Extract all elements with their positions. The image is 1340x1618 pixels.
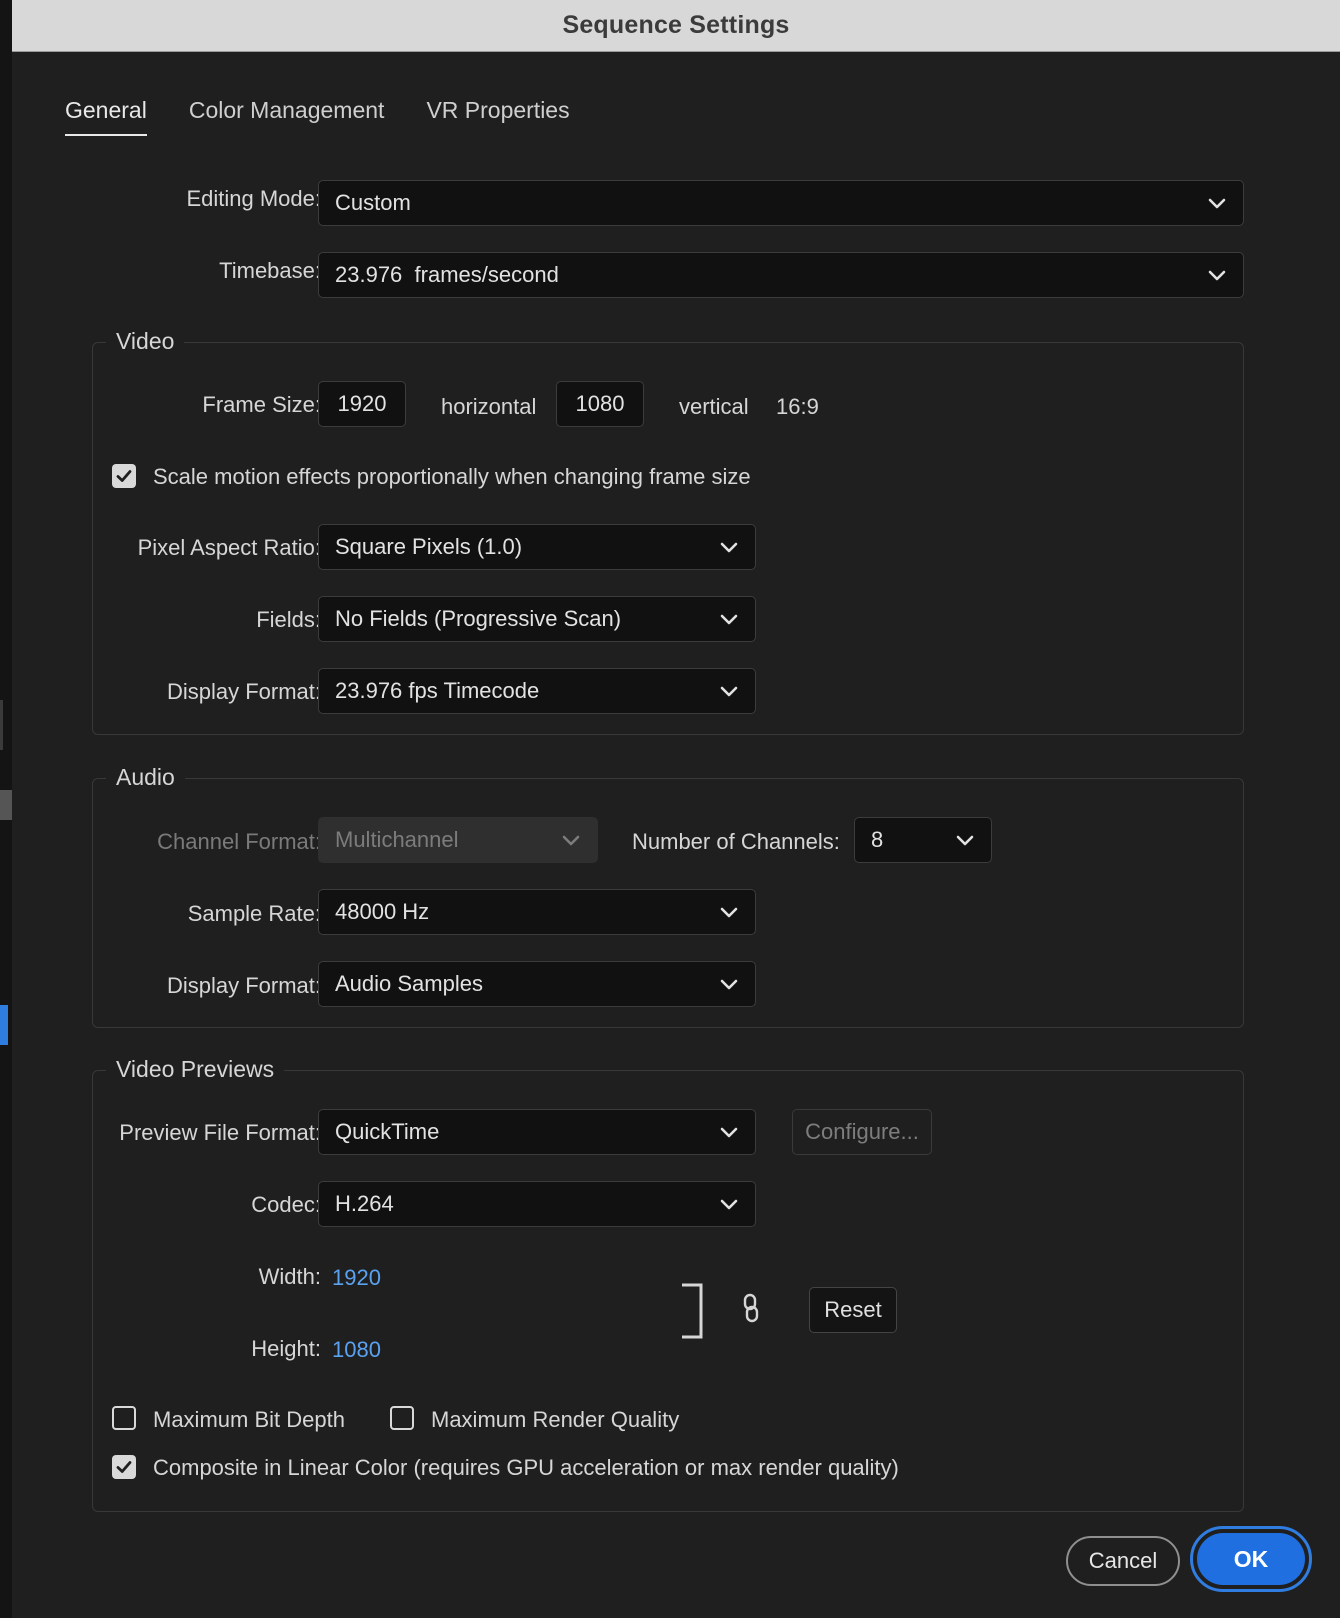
vertical-label: vertical <box>679 394 749 419</box>
app-edge-mark <box>0 1005 8 1045</box>
horizontal-label: horizontal <box>441 394 537 419</box>
bracket-icon <box>682 1283 703 1339</box>
app-edge-mark <box>0 700 3 750</box>
ok-button[interactable]: OK <box>1197 1533 1305 1585</box>
chevron-down-icon <box>720 979 738 990</box>
chevron-down-icon <box>720 1127 738 1138</box>
channel-format-value: Multichannel <box>335 827 459 852</box>
frame-height-input[interactable]: 1080 <box>556 381 644 427</box>
number-of-channels-dropdown[interactable]: 8 <box>854 817 992 863</box>
sequence-settings-dialog: Sequence Settings General Color Manageme… <box>12 0 1340 1618</box>
fields-dropdown[interactable]: No Fields (Progressive Scan) <box>318 596 756 642</box>
fields-value: No Fields (Progressive Scan) <box>335 606 622 631</box>
pixel-aspect-ratio-value: Square Pixels (1.0) <box>335 534 523 559</box>
pixel-aspect-ratio-label: Pixel Aspect Ratio: <box>137 535 321 560</box>
dialog-title: Sequence Settings <box>562 11 790 39</box>
title-bar: Sequence Settings <box>12 0 1340 52</box>
video-display-format-dropdown[interactable]: 23.976 fps Timecode <box>318 668 756 714</box>
chevron-down-icon <box>720 614 738 625</box>
timebase-dropdown[interactable]: 23.976 frames/second <box>318 252 1244 298</box>
preview-height-label: Height: <box>251 1336 321 1361</box>
sample-rate-value: 48000 Hz <box>335 899 430 924</box>
tab-color-management[interactable]: Color Management <box>189 97 385 136</box>
scale-motion-checkbox[interactable] <box>112 464 136 488</box>
max-render-quality-checkbox[interactable] <box>390 1406 414 1430</box>
codec-dropdown[interactable]: H.264 <box>318 1181 756 1227</box>
checkmark-icon <box>116 470 132 482</box>
channel-format-label: Channel Format: <box>157 829 321 854</box>
tab-vr-properties[interactable]: VR Properties <box>426 97 569 136</box>
pixel-aspect-ratio-dropdown[interactable]: Square Pixels (1.0) <box>318 524 756 570</box>
audio-display-format-dropdown[interactable]: Audio Samples <box>318 961 756 1007</box>
editing-mode-label: Editing Mode: <box>186 186 321 211</box>
timebase-label: Timebase: <box>219 258 321 283</box>
audio-group-title: Audio <box>106 764 185 791</box>
preview-file-format-dropdown[interactable]: QuickTime <box>318 1109 756 1155</box>
chevron-down-icon <box>720 686 738 697</box>
preview-height-value[interactable]: 1080 <box>332 1337 381 1363</box>
max-bit-depth-label: Maximum Bit Depth <box>153 1407 345 1432</box>
preview-width-value[interactable]: 1920 <box>332 1265 381 1291</box>
reset-button[interactable]: Reset <box>809 1287 897 1333</box>
preview-file-format-label: Preview File Format: <box>119 1120 321 1145</box>
chevron-down-icon <box>720 542 738 553</box>
editing-mode-dropdown[interactable]: Custom <box>318 180 1244 226</box>
channel-format-dropdown: Multichannel <box>318 817 598 863</box>
video-display-format-value: 23.976 fps Timecode <box>335 678 540 703</box>
codec-value: H.264 <box>335 1191 394 1216</box>
number-of-channels-value: 8 <box>871 827 884 852</box>
sample-rate-label: Sample Rate: <box>187 901 321 926</box>
chevron-down-icon <box>562 835 580 846</box>
max-bit-depth-checkbox[interactable] <box>112 1406 136 1430</box>
audio-display-format-value: Audio Samples <box>335 971 483 996</box>
composite-linear-label: Composite in Linear Color (requires GPU … <box>153 1455 899 1480</box>
chain-link-icon[interactable] <box>740 1292 762 1326</box>
editing-mode-value: Custom <box>335 190 411 215</box>
max-render-quality-label: Maximum Render Quality <box>431 1407 680 1432</box>
video-display-format-label: Display Format: <box>166 679 321 704</box>
preview-width-label: Width: <box>258 1264 321 1289</box>
fields-label: Fields: <box>256 607 321 632</box>
chevron-down-icon <box>956 835 974 846</box>
tab-bar: General Color Management VR Properties <box>65 97 570 136</box>
timebase-value: 23.976 frames/second <box>335 262 559 287</box>
video-previews-group-title: Video Previews <box>106 1056 285 1083</box>
preview-file-format-value: QuickTime <box>335 1119 440 1144</box>
video-group-title: Video <box>106 328 185 355</box>
background-app-strip <box>0 0 12 1618</box>
checkmark-icon <box>116 1461 132 1473</box>
number-of-channels-label: Number of Channels: <box>632 829 840 854</box>
codec-label: Codec: <box>251 1192 321 1217</box>
frame-width-input[interactable]: 1920 <box>318 381 406 427</box>
app-edge-mark <box>0 790 12 820</box>
scale-motion-label: Scale motion effects proportionally when… <box>153 464 751 489</box>
aspect-ratio-text: 16:9 <box>776 394 819 419</box>
audio-display-format-label: Display Format: <box>166 973 321 998</box>
tab-general[interactable]: General <box>65 97 147 136</box>
configure-button[interactable]: Configure... <box>792 1109 932 1155</box>
chevron-down-icon <box>720 907 738 918</box>
chevron-down-icon <box>720 1199 738 1210</box>
chevron-down-icon <box>1208 270 1226 281</box>
composite-linear-checkbox[interactable] <box>112 1455 136 1479</box>
cancel-button[interactable]: Cancel <box>1066 1536 1180 1586</box>
frame-size-label: Frame Size: <box>202 392 321 417</box>
sample-rate-dropdown[interactable]: 48000 Hz <box>318 889 756 935</box>
chevron-down-icon <box>1208 198 1226 209</box>
